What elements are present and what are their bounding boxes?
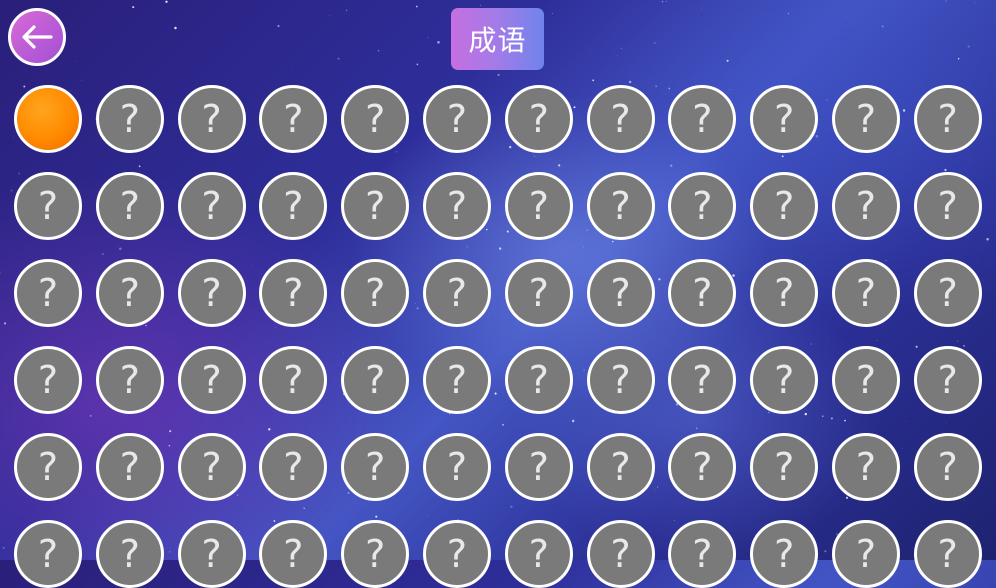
level-button-locked[interactable]: ?	[178, 520, 246, 588]
level-button-locked[interactable]: ?	[14, 259, 82, 327]
level-button-locked[interactable]: ?	[178, 346, 246, 414]
level-button-locked[interactable]: ?	[423, 85, 491, 153]
level-button-locked[interactable]: ?	[668, 346, 736, 414]
level-button-locked[interactable]: ?	[341, 346, 409, 414]
level-button-locked[interactable]: ?	[96, 85, 164, 153]
level-button-locked[interactable]: ?	[505, 520, 573, 588]
level-button-locked[interactable]: ?	[750, 172, 818, 240]
level-button-locked[interactable]: ?	[505, 346, 573, 414]
level-button-locked[interactable]: ?	[832, 85, 900, 153]
level-button-locked[interactable]: ?	[341, 433, 409, 501]
level-button-locked[interactable]: ?	[341, 172, 409, 240]
level-button-locked[interactable]: ?	[96, 346, 164, 414]
level-button-locked[interactable]: ?	[750, 433, 818, 501]
level-button-locked[interactable]: ?	[259, 433, 327, 501]
level-button-locked[interactable]: ?	[914, 433, 982, 501]
level-button-locked[interactable]: ?	[259, 346, 327, 414]
level-button-locked[interactable]: ?	[14, 433, 82, 501]
level-button-locked[interactable]: ?	[423, 259, 491, 327]
level-button-locked[interactable]: ?	[832, 259, 900, 327]
level-button-locked[interactable]: ?	[914, 172, 982, 240]
level-button-locked[interactable]: ?	[668, 259, 736, 327]
level-button-locked[interactable]: ?	[832, 346, 900, 414]
level-button-locked[interactable]: ?	[178, 85, 246, 153]
level-button-locked[interactable]: ?	[914, 346, 982, 414]
level-button-locked[interactable]: ?	[587, 172, 655, 240]
level-button-locked[interactable]: ?	[587, 346, 655, 414]
page-title: 成语	[451, 8, 544, 70]
level-button-locked[interactable]: ?	[259, 85, 327, 153]
arrow-left-icon	[20, 24, 54, 50]
level-button-locked[interactable]: ?	[341, 520, 409, 588]
level-button-locked[interactable]: ?	[259, 259, 327, 327]
level-button-locked[interactable]: ?	[668, 520, 736, 588]
level-button-locked[interactable]: ?	[505, 172, 573, 240]
level-button-locked[interactable]: ?	[832, 520, 900, 588]
level-button-locked[interactable]: ?	[423, 433, 491, 501]
level-button-locked[interactable]: ?	[178, 259, 246, 327]
level-button-locked[interactable]: ?	[832, 433, 900, 501]
level-button-locked[interactable]: ?	[914, 259, 982, 327]
level-button-locked[interactable]: ?	[587, 520, 655, 588]
level-button-locked[interactable]: ?	[96, 172, 164, 240]
level-button-locked[interactable]: ?	[505, 433, 573, 501]
level-button-locked[interactable]: ?	[750, 520, 818, 588]
level-button-locked[interactable]: ?	[832, 172, 900, 240]
level-button-locked[interactable]: ?	[96, 520, 164, 588]
level-button-locked[interactable]: ?	[587, 85, 655, 153]
back-button[interactable]	[8, 8, 66, 66]
level-button-locked[interactable]: ?	[423, 346, 491, 414]
level-button-locked[interactable]: ?	[96, 433, 164, 501]
level-button-locked[interactable]: ?	[668, 433, 736, 501]
level-button-unlocked[interactable]	[14, 85, 82, 153]
level-button-locked[interactable]: ?	[341, 259, 409, 327]
level-button-locked[interactable]: ?	[914, 85, 982, 153]
level-button-locked[interactable]: ?	[423, 520, 491, 588]
level-button-locked[interactable]: ?	[14, 172, 82, 240]
level-button-locked[interactable]: ?	[668, 85, 736, 153]
level-button-locked[interactable]: ?	[259, 172, 327, 240]
level-button-locked[interactable]: ?	[178, 172, 246, 240]
level-button-locked[interactable]: ?	[587, 259, 655, 327]
level-button-locked[interactable]: ?	[914, 520, 982, 588]
level-button-locked[interactable]: ?	[96, 259, 164, 327]
level-button-locked[interactable]: ?	[750, 85, 818, 153]
level-button-locked[interactable]: ?	[668, 172, 736, 240]
level-button-locked[interactable]: ?	[259, 520, 327, 588]
level-button-locked[interactable]: ?	[750, 346, 818, 414]
level-button-locked[interactable]: ?	[178, 433, 246, 501]
level-button-locked[interactable]: ?	[587, 433, 655, 501]
level-button-locked[interactable]: ?	[505, 259, 573, 327]
level-button-locked[interactable]: ?	[14, 346, 82, 414]
level-button-locked[interactable]: ?	[341, 85, 409, 153]
level-button-locked[interactable]: ?	[14, 520, 82, 588]
level-button-locked[interactable]: ?	[505, 85, 573, 153]
level-grid: ????????????????????????????????????????…	[14, 85, 982, 588]
level-button-locked[interactable]: ?	[423, 172, 491, 240]
level-button-locked[interactable]: ?	[750, 259, 818, 327]
